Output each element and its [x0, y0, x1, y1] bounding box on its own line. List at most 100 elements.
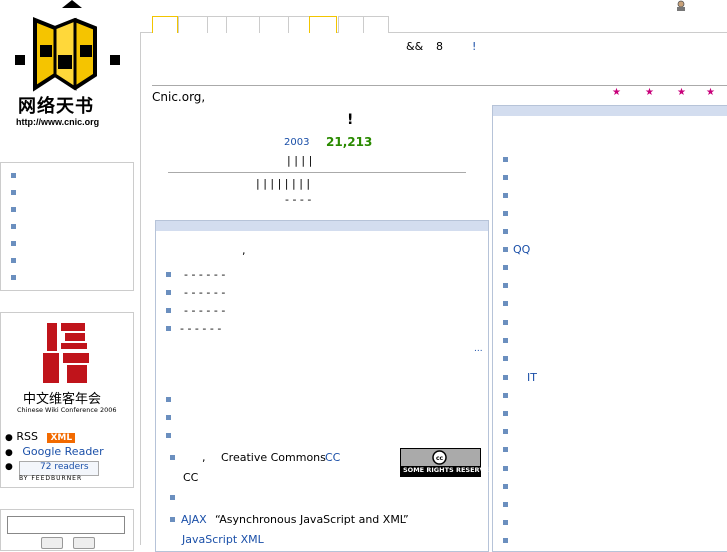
list-bullet — [166, 290, 171, 295]
star-icon: ★ — [706, 87, 715, 98]
nav-bullet — [11, 207, 16, 212]
ajax-text: “Asynchronous JavaScript and XML” — [215, 513, 409, 526]
list-bullet — [503, 411, 508, 416]
license-text: Creative Commons — [221, 451, 326, 464]
wiki-conf-en: Chinese Wiki Conference 2006 — [17, 406, 117, 414]
tab-7[interactable] — [309, 16, 337, 33]
notice-link[interactable]: ! — [472, 40, 476, 53]
main-comma: , — [242, 244, 246, 257]
list-bullet — [170, 517, 175, 522]
nav-bullet — [11, 190, 16, 195]
rss-item[interactable]: ● RSS XML — [5, 430, 76, 443]
main-panel-header — [156, 221, 488, 231]
reader-label[interactable]: Reader — [65, 445, 104, 458]
content-left-border — [140, 32, 141, 545]
dash-row[interactable]: - - - - - - — [184, 286, 225, 299]
list-bullet — [503, 301, 508, 306]
star-icon: ★ — [645, 87, 654, 98]
tab-home[interactable] — [152, 16, 178, 33]
star-icon: ★ — [612, 87, 621, 98]
stats-row1: | | | | — [287, 154, 313, 167]
list-bullet — [503, 538, 508, 543]
right-panel — [492, 105, 727, 552]
wiki-conference-box: 中文维客年会 Chinese Wiki Conference 2006 ● RS… — [0, 312, 134, 488]
google-reader-item[interactable]: ● Google Reader — [5, 445, 104, 458]
cc-logo-icon: cc — [432, 450, 447, 465]
feedburner-label: BY FEEDBURNER — [19, 475, 83, 482]
list-bullet — [170, 495, 175, 500]
nav-bullet — [11, 224, 16, 229]
since-year[interactable]: 2003 — [284, 137, 309, 148]
feed-bullet: ● — [5, 462, 13, 472]
header-rule — [152, 85, 727, 86]
svg-text:cc: cc — [436, 455, 444, 462]
book-logo-icon — [15, 0, 120, 92]
star-icon: ★ — [677, 87, 686, 98]
list-bullet — [503, 175, 508, 180]
license-comma: , — [202, 451, 206, 464]
tab-2[interactable] — [178, 16, 208, 33]
list-bullet — [503, 429, 508, 434]
it-link[interactable]: IT — [527, 371, 537, 384]
list-bullet — [166, 272, 171, 277]
cc-badge-text: SOME RIGHTS RESERVED — [403, 466, 495, 474]
rss-label[interactable]: RSS — [16, 430, 38, 443]
list-bullet — [503, 466, 508, 471]
site-logo[interactable]: 网络天书 http://www.cnic.org — [0, 0, 140, 140]
tab-3[interactable] — [207, 16, 227, 33]
list-bullet — [503, 193, 508, 198]
qq-link[interactable]: QQ — [513, 243, 530, 256]
search-button[interactable] — [41, 537, 63, 549]
list-bullet — [166, 397, 171, 402]
search-option-button[interactable] — [73, 537, 95, 549]
user-icon[interactable] — [675, 0, 687, 12]
search-input[interactable] — [7, 516, 125, 534]
tab-6[interactable] — [288, 16, 310, 33]
list-bullet — [503, 247, 508, 252]
ajax-link[interactable]: AJAX — [181, 513, 207, 526]
left-nav-box — [0, 162, 134, 291]
list-bullet — [503, 211, 508, 216]
logo-url: http://www.cnic.org — [16, 117, 100, 127]
cc-link[interactable]: CC — [325, 451, 340, 464]
readers-count: 72 readers — [40, 462, 89, 472]
list-bullet — [503, 283, 508, 288]
tab-5[interactable] — [259, 16, 289, 33]
right-panel-header — [493, 106, 727, 116]
list-bullet — [166, 308, 171, 313]
stats-rule — [168, 172, 466, 173]
tab-8[interactable] — [338, 16, 364, 33]
list-bullet — [166, 433, 171, 438]
list-bullet — [503, 502, 508, 507]
nav-bullet — [11, 258, 16, 263]
nav-bullet — [11, 275, 16, 280]
dash-row[interactable]: - - - - - - — [180, 322, 221, 335]
logo-caption: 网络天书 — [18, 96, 94, 117]
list-bullet — [503, 229, 508, 234]
list-bullet — [503, 375, 508, 380]
cc-badge[interactable]: cc SOME RIGHTS RESERVED — [400, 448, 494, 477]
list-bullet — [503, 484, 508, 489]
list-bullet — [503, 265, 508, 270]
visit-count: 21,213 — [326, 135, 373, 149]
list-bullet — [503, 393, 508, 398]
notice-prefix: && — [406, 40, 424, 53]
xml-badge[interactable]: XML — [47, 433, 76, 443]
list-bullet — [166, 326, 171, 331]
dash-row[interactable]: - - - - - - — [184, 304, 225, 317]
tab-4[interactable] — [226, 16, 260, 33]
dash-row[interactable]: - - - - - - — [184, 268, 225, 281]
list-bullet — [503, 157, 508, 162]
list-bullet — [170, 455, 175, 460]
notice-number: 8 — [436, 40, 443, 53]
tab-9[interactable] — [363, 16, 389, 33]
list-bullet — [503, 320, 508, 325]
wiki-conf-zh: 中文维客年会 — [23, 392, 102, 407]
google-label[interactable]: Google — [22, 445, 61, 458]
more-link[interactable]: ... — [474, 344, 483, 354]
stats-row2: | | | | | | | | — [256, 177, 311, 190]
seal-icon[interactable] — [37, 319, 95, 389]
ajax-line2[interactable]: JavaScript XML — [182, 533, 264, 546]
list-bullet — [503, 520, 508, 525]
feedburner-counter[interactable]: 72 readers — [19, 461, 99, 476]
